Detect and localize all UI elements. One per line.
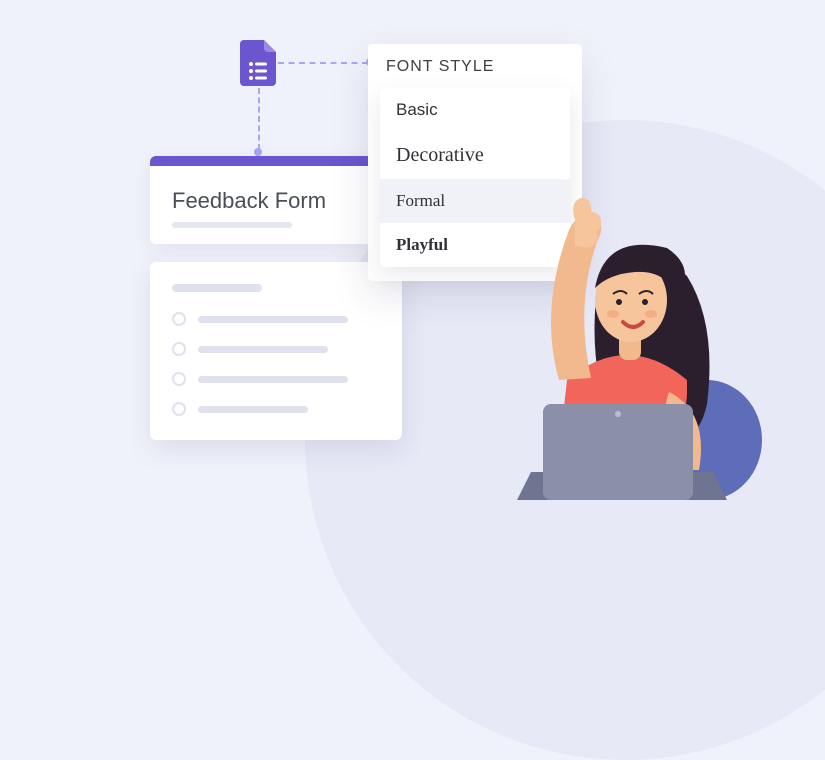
- option-placeholder-line: [198, 316, 348, 323]
- radio-option[interactable]: [172, 402, 380, 416]
- radio-icon: [172, 312, 186, 326]
- radio-icon: [172, 402, 186, 416]
- forms-document-icon: [240, 40, 276, 86]
- connector-line: [278, 62, 368, 64]
- radio-icon: [172, 342, 186, 356]
- form-title: Feedback Form: [150, 166, 402, 222]
- form-accent-bar: [150, 156, 402, 166]
- font-option-basic[interactable]: Basic: [380, 88, 570, 132]
- radio-option[interactable]: [172, 342, 380, 356]
- form-question-card: [150, 262, 402, 440]
- person-with-laptop-illustration: [447, 180, 767, 500]
- connector-node: [254, 148, 262, 156]
- font-panel-heading: FONT STYLE: [368, 58, 582, 88]
- option-placeholder-line: [198, 346, 328, 353]
- font-option-decorative[interactable]: Decorative: [380, 132, 570, 179]
- radio-option[interactable]: [172, 312, 380, 326]
- connector-line: [258, 88, 260, 150]
- form-title-card: Feedback Form: [150, 156, 402, 244]
- option-placeholder-line: [198, 376, 348, 383]
- radio-option[interactable]: [172, 372, 380, 386]
- title-placeholder-line: [172, 222, 292, 228]
- radio-icon: [172, 372, 186, 386]
- question-placeholder-line: [172, 284, 262, 292]
- option-placeholder-line: [198, 406, 308, 413]
